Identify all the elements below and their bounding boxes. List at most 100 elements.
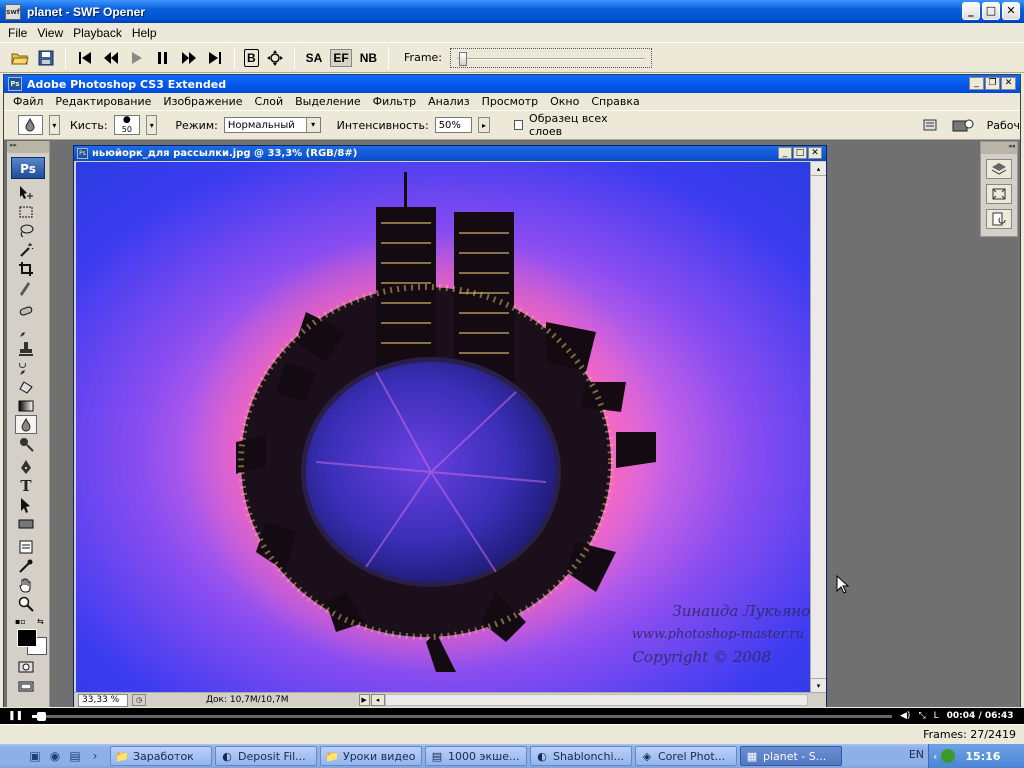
sa-button[interactable]: SA bbox=[304, 50, 325, 66]
rewind-icon[interactable] bbox=[101, 48, 121, 68]
quick-mask-icon[interactable] bbox=[15, 657, 37, 676]
ps-menu-view[interactable]: Просмотр bbox=[476, 95, 544, 108]
l-label[interactable]: L bbox=[934, 711, 939, 721]
browser-quicklaunch-icon[interactable]: ◉ bbox=[46, 747, 64, 765]
history-brush-tool-icon[interactable] bbox=[15, 358, 37, 377]
playback-progress-knob[interactable] bbox=[37, 711, 47, 721]
magic-wand-tool-icon[interactable] bbox=[15, 240, 37, 259]
document-vertical-scrollbar[interactable]: ▴ ▾ bbox=[810, 162, 826, 692]
workspace-label[interactable]: Рабоч bbox=[987, 119, 1020, 132]
scroll-up-arrow[interactable]: ▴ bbox=[811, 162, 826, 176]
doc-minimize-button[interactable]: _ bbox=[778, 147, 792, 159]
stamp-tool-icon[interactable] bbox=[15, 339, 37, 358]
blur-tool-icon[interactable] bbox=[15, 415, 37, 434]
zoom-tool-icon[interactable] bbox=[15, 594, 37, 613]
menu-help[interactable]: Help bbox=[127, 26, 162, 40]
taskbar-button[interactable]: ◐ Shablonchi... bbox=[530, 746, 632, 766]
shape-tool-icon[interactable] bbox=[15, 514, 37, 533]
b-toggle-button[interactable]: B bbox=[244, 48, 259, 67]
taskbar-button[interactable]: ▦ planet - S... bbox=[740, 746, 842, 766]
ef-button[interactable]: EF bbox=[330, 48, 352, 67]
palette-well-icon[interactable] bbox=[922, 117, 939, 133]
layers-panel-icon[interactable] bbox=[986, 159, 1012, 179]
fit-move-icon[interactable] bbox=[265, 48, 285, 68]
maximize-button[interactable]: □ bbox=[982, 2, 1000, 20]
playback-progress[interactable] bbox=[32, 711, 892, 721]
ps-menu-select[interactable]: Выделение bbox=[289, 95, 367, 108]
zoom-field[interactable]: 33,33 % bbox=[78, 693, 128, 707]
default-colors-icon[interactable]: ▪▫ bbox=[15, 617, 26, 626]
nb-button[interactable]: NB bbox=[358, 50, 379, 66]
pen-tool-icon[interactable] bbox=[15, 457, 37, 476]
mode-select[interactable]: Нормальный ▾ bbox=[223, 117, 321, 133]
quicklaunch-expand-icon[interactable]: › bbox=[86, 747, 104, 765]
skip-to-start-icon[interactable] bbox=[75, 48, 95, 68]
crop-tool-icon[interactable] bbox=[15, 259, 37, 278]
brush-dropdown[interactable]: ▾ bbox=[146, 115, 158, 135]
path-select-tool-icon[interactable] bbox=[15, 495, 37, 514]
taskbar-button[interactable]: ◈ Corel Phot... bbox=[635, 746, 737, 766]
frame-slider-thumb[interactable] bbox=[459, 51, 468, 66]
doc-close-button[interactable]: ✕ bbox=[808, 147, 822, 159]
document-canvas[interactable]: Зинаида Лукьянова www.photoshop-master.r… bbox=[76, 162, 810, 692]
doc-maximize-button[interactable]: □ bbox=[793, 147, 807, 159]
hand-tool-icon[interactable] bbox=[15, 575, 37, 594]
intensity-slider-toggle[interactable]: ▸ bbox=[478, 117, 490, 133]
brush-picker[interactable]: ● 50 bbox=[113, 115, 141, 135]
fullscreen-icon[interactable]: ⤡ bbox=[918, 711, 925, 721]
panel-dock-header[interactable]: ◂◂ bbox=[981, 142, 1017, 154]
document-titlebar[interactable]: Ps ньюйорк_для рассылки.jpg @ 33,3% (RGB… bbox=[74, 146, 826, 161]
taskbar-button[interactable]: 📁 Заработок bbox=[110, 746, 212, 766]
ps-menu-help[interactable]: Справка bbox=[585, 95, 645, 108]
slice-tool-icon[interactable] bbox=[15, 278, 37, 297]
sample-all-checkbox[interactable] bbox=[513, 120, 524, 130]
pause-icon[interactable] bbox=[153, 48, 173, 68]
move-tool-icon[interactable] bbox=[15, 183, 37, 202]
tray-app-icon[interactable] bbox=[941, 749, 956, 763]
scroll-down-arrow[interactable]: ▾ bbox=[811, 678, 826, 692]
ps-close-button[interactable]: ✕ bbox=[1001, 77, 1016, 90]
dodge-tool-icon[interactable] bbox=[15, 434, 37, 453]
taskbar-button[interactable]: 📁 Уроки видео bbox=[320, 746, 422, 766]
marquee-tool-icon[interactable] bbox=[15, 202, 37, 221]
ps-restore-button[interactable]: ❐ bbox=[985, 77, 1000, 90]
ps-menu-image[interactable]: Изображение bbox=[157, 95, 248, 108]
ps-menu-filter[interactable]: Фильтр bbox=[367, 95, 423, 108]
ps-menu-analysis[interactable]: Анализ bbox=[422, 95, 476, 108]
save-quicklaunch-icon[interactable]: ▤ bbox=[66, 747, 84, 765]
volume-icon[interactable]: ◀) bbox=[900, 711, 910, 721]
ps-minimize-button[interactable]: _ bbox=[969, 77, 984, 90]
ps-logo[interactable]: Ps bbox=[11, 157, 45, 179]
notes-tool-icon[interactable] bbox=[15, 537, 37, 556]
skip-to-end-icon[interactable] bbox=[205, 48, 225, 68]
clock[interactable]: 15:16 bbox=[965, 750, 1000, 763]
hscroll-left-arrow[interactable]: ◂ bbox=[370, 694, 385, 706]
fast-forward-icon[interactable] bbox=[179, 48, 199, 68]
intensity-input[interactable]: 50% bbox=[434, 117, 473, 133]
menu-playback[interactable]: Playback bbox=[68, 26, 127, 40]
close-button[interactable]: ✕ bbox=[1002, 2, 1020, 20]
eyedropper-tool-icon[interactable] bbox=[15, 556, 37, 575]
ps-menu-window[interactable]: Окно bbox=[544, 95, 585, 108]
tool-preset-dropdown[interactable]: ▾ bbox=[48, 115, 60, 135]
taskbar-button[interactable]: ▤ 1000 экше... bbox=[425, 746, 527, 766]
language-indicator[interactable]: EN bbox=[909, 748, 924, 761]
ps-menu-edit[interactable]: Редактирование bbox=[49, 95, 157, 108]
ps-menu-layer[interactable]: Слой bbox=[249, 95, 290, 108]
healing-tool-icon[interactable] bbox=[15, 301, 37, 320]
show-desktop-icon[interactable]: ▣ bbox=[26, 747, 44, 765]
swap-colors-icon[interactable]: ⇆ bbox=[37, 617, 44, 626]
save-icon[interactable] bbox=[36, 48, 56, 68]
foreground-color-swatch[interactable] bbox=[17, 629, 37, 647]
ps-menu-file[interactable]: Файл bbox=[7, 95, 49, 108]
minimize-button[interactable]: _ bbox=[962, 2, 980, 20]
gradient-tool-icon[interactable] bbox=[15, 396, 37, 415]
screen-mode-icon[interactable] bbox=[15, 676, 37, 695]
status-menu-icon[interactable]: ◷ bbox=[132, 694, 146, 706]
menu-file[interactable]: File bbox=[3, 26, 32, 40]
open-folder-icon[interactable] bbox=[10, 48, 30, 68]
tools-panel-header[interactable]: ▸▸ bbox=[7, 141, 49, 153]
navigator-panel-icon[interactable] bbox=[986, 184, 1012, 204]
frame-slider[interactable] bbox=[450, 47, 653, 68]
status-arrow-icon[interactable]: ▶ bbox=[358, 694, 370, 706]
